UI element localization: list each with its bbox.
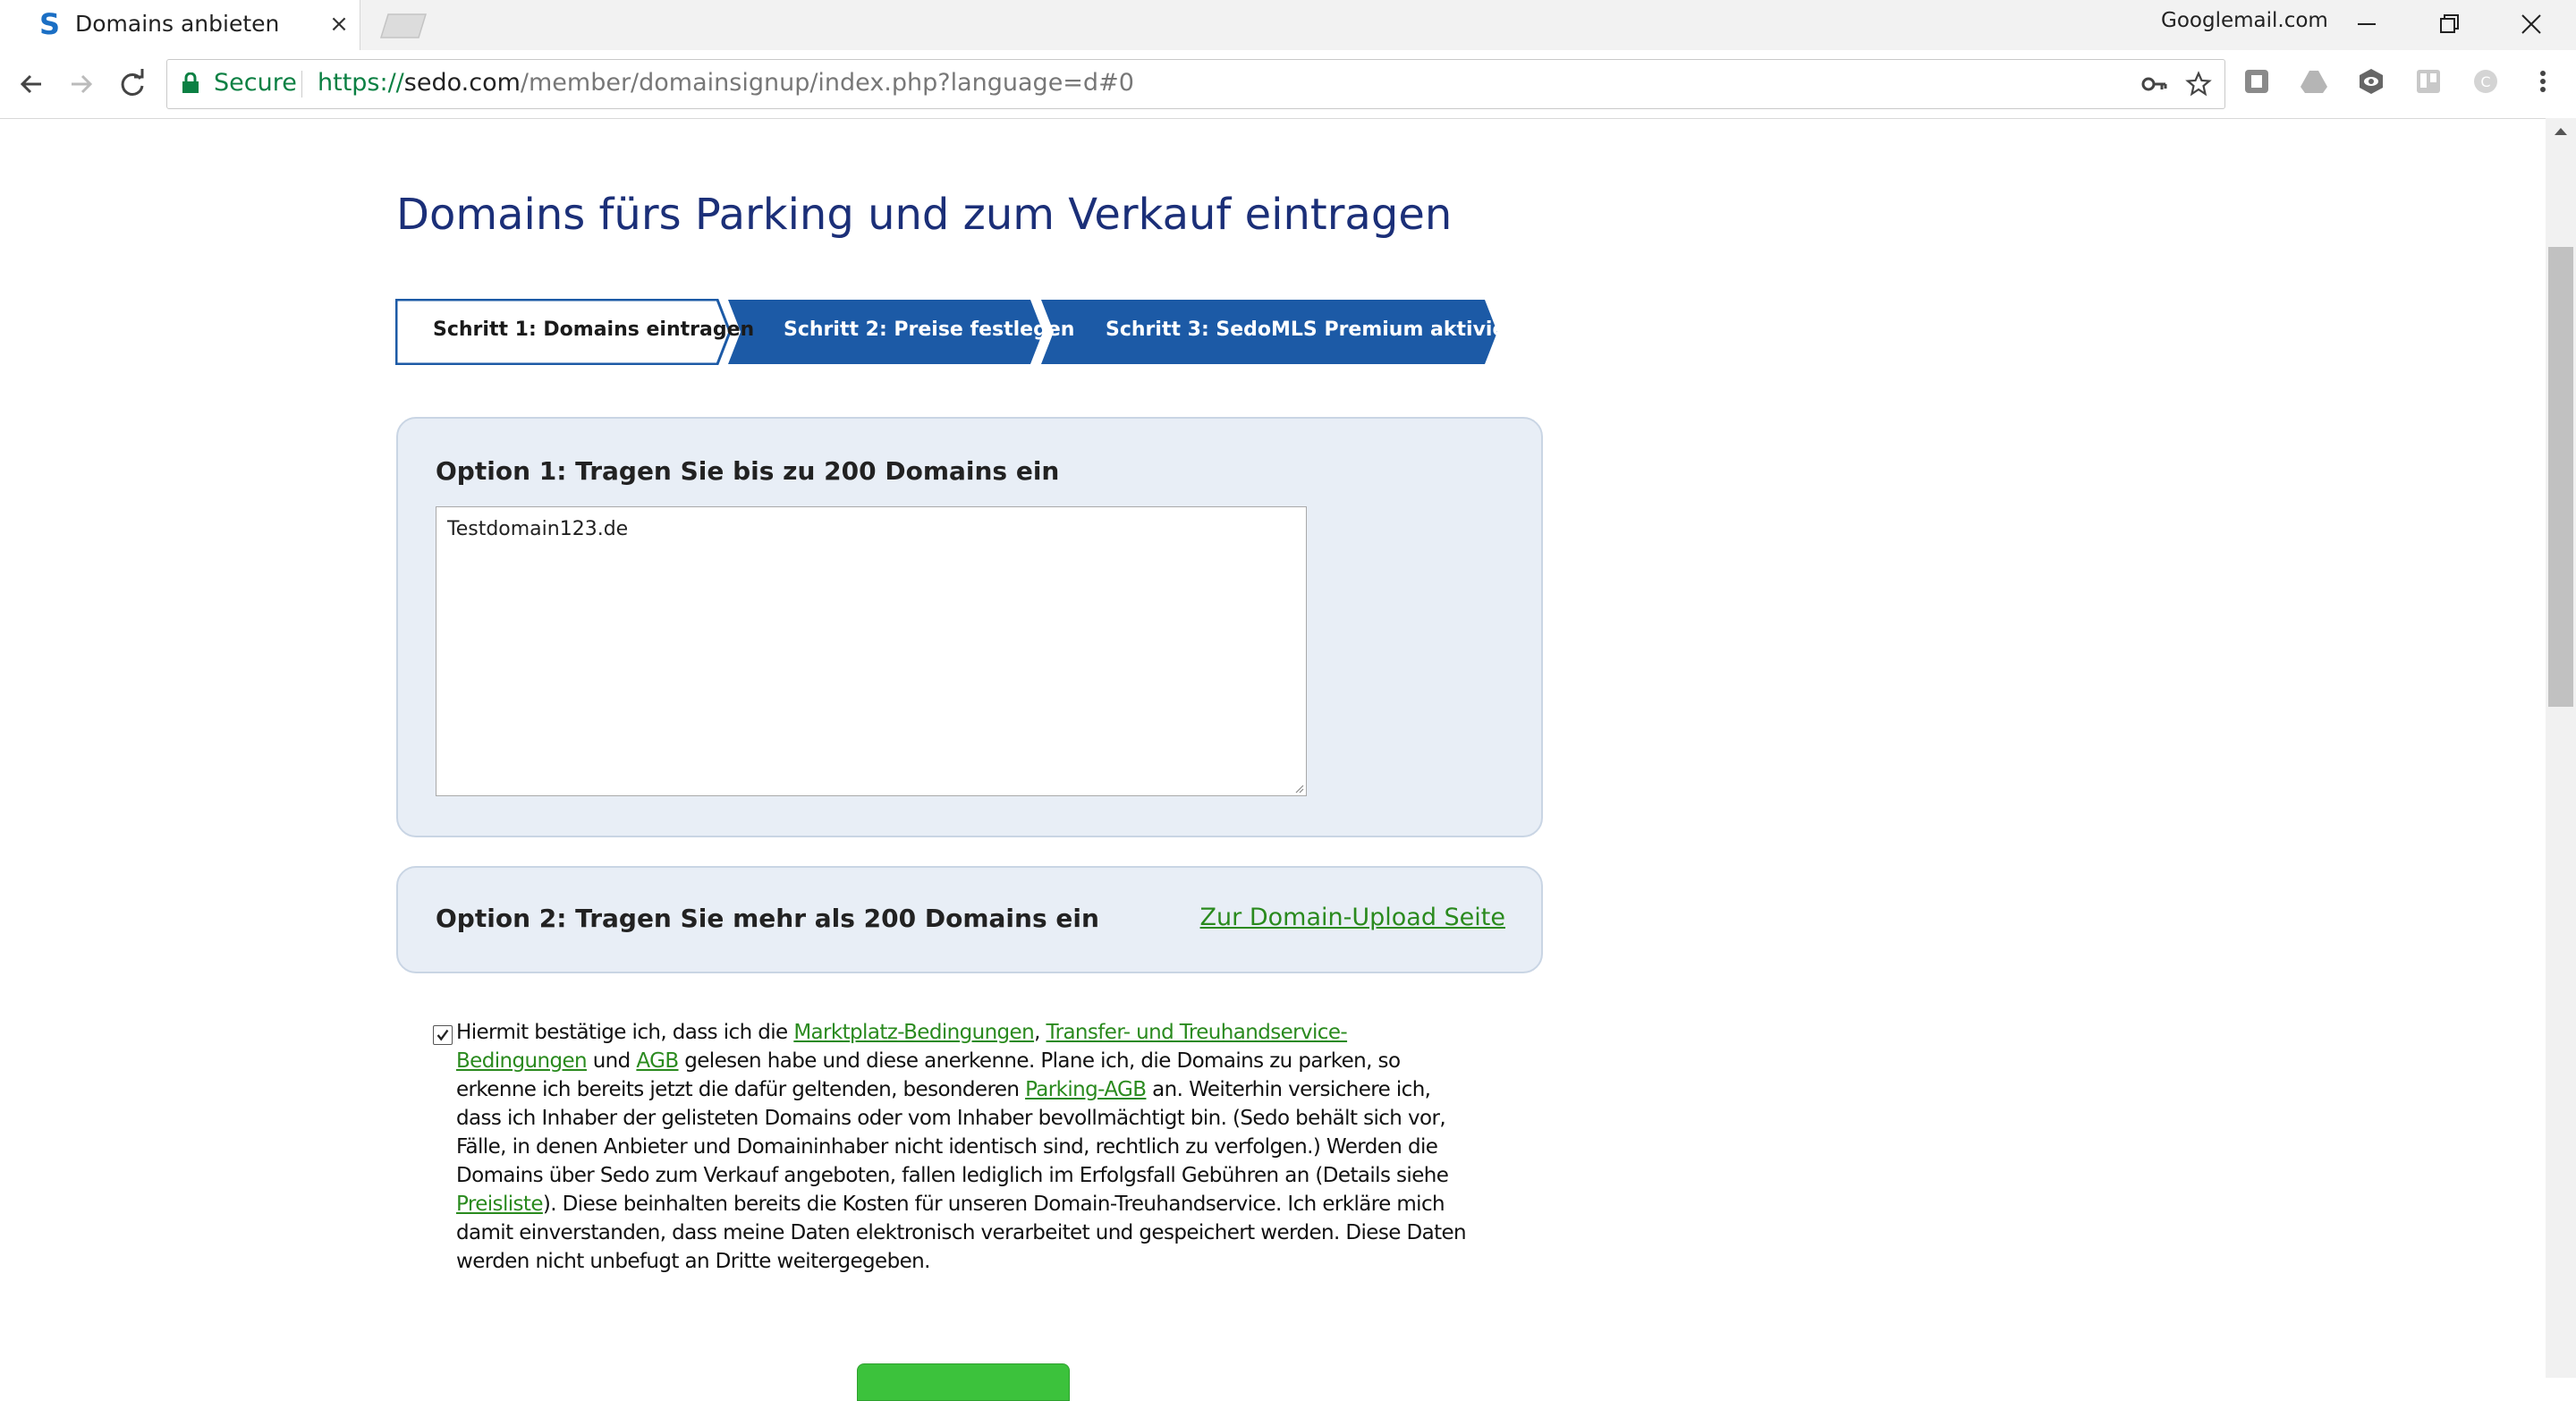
consent-text-part: und [586, 1049, 637, 1073]
url-path: /member/domainsignup/index.php?language=… [520, 69, 1134, 97]
step-2-label: Schritt 2: Preise festlegen [784, 318, 1075, 341]
restore-icon[interactable] [2422, 5, 2476, 43]
omnibox-divider [301, 71, 302, 98]
lock-icon [182, 72, 199, 93]
scroll-up-arrow-icon[interactable] [2551, 122, 2571, 141]
sedo-favicon-icon: S [39, 7, 61, 41]
signup-steps: Schritt 1: Domains eintragen Schritt 2: … [395, 299, 1543, 365]
svg-text:C: C [2480, 73, 2490, 90]
extension-trello-icon[interactable] [2413, 66, 2444, 97]
url-host: sedo.com [403, 69, 521, 97]
option-1-title: Option 1: Tragen Sie bis zu 200 Domains … [436, 456, 1060, 486]
reload-icon[interactable] [114, 66, 150, 102]
domains-textarea-value: Testdomain123.de [447, 518, 629, 540]
scrollbar-thumb[interactable] [2548, 247, 2573, 707]
step-1-label: Schritt 1: Domains eintragen [433, 318, 755, 341]
extension-c-icon[interactable]: C [2470, 66, 2501, 97]
secure-label: Secure [214, 69, 297, 97]
resize-grip-icon[interactable] [1293, 783, 1304, 794]
extension-drive-icon[interactable] [2299, 66, 2329, 97]
key-icon[interactable] [2140, 71, 2167, 98]
domains-textarea[interactable]: Testdomain123.de [436, 506, 1307, 796]
consent-text: Hiermit bestätige ich, dass ich die Mark… [456, 1018, 1476, 1276]
url-text[interactable]: https://sedo.com/member/domainsignup/ind… [318, 69, 1134, 97]
address-bar[interactable]: Secure https://sedo.com/member/domainsig… [166, 59, 2225, 109]
new-tab-button[interactable] [374, 13, 431, 39]
forward-arrow-icon[interactable] [63, 66, 98, 102]
back-arrow-icon[interactable] [14, 66, 50, 102]
terms-checkbox[interactable] [433, 1025, 453, 1045]
option-2-title: Option 2: Tragen Sie mehr als 200 Domain… [436, 904, 1099, 933]
option-2-panel: Option 2: Tragen Sie mehr als 200 Domain… [396, 866, 1543, 973]
option-1-panel: Option 1: Tragen Sie bis zu 200 Domains … [396, 417, 1543, 837]
marketplace-terms-link[interactable]: Marktplatz-Bedingungen [793, 1021, 1034, 1044]
extension-eye-icon[interactable] [2356, 66, 2386, 97]
minimize-icon[interactable] [2340, 5, 2394, 43]
tab-close-icon[interactable]: × [326, 11, 352, 38]
continue-button[interactable] [857, 1363, 1070, 1401]
url-protocol: https:// [318, 69, 404, 97]
step-3-label: Schritt 3: SedoMLS Premium aktivieren [1106, 318, 1543, 341]
extension-evernote-icon[interactable] [2241, 66, 2272, 97]
tab-title: Domains anbieten [75, 11, 280, 37]
domain-upload-link[interactable]: Zur Domain-Upload Seite [1200, 904, 1505, 931]
browser-tab[interactable]: S Domains anbieten × [0, 0, 360, 50]
profile-email[interactable]: Googlemail.com [2161, 9, 2328, 32]
consent-text-part: , [1034, 1021, 1046, 1044]
consent-text-part: ). Diese beinhalten bereits die Kosten f… [456, 1193, 1467, 1273]
consent-text-part: Hiermit bestätige ich, dass ich die [456, 1021, 794, 1044]
price-list-link[interactable]: Preisliste [456, 1193, 543, 1216]
agb-link[interactable]: AGB [636, 1049, 679, 1073]
tab-strip: S Domains anbieten × Googlemail.com [0, 0, 2576, 50]
window-close-icon[interactable] [2504, 5, 2558, 43]
parking-agb-link[interactable]: Parking-AGB [1025, 1078, 1147, 1101]
bookmark-star-icon[interactable] [2185, 71, 2212, 98]
chrome-menu-icon[interactable] [2529, 66, 2556, 97]
page-title: Domains fürs Parking und zum Verkauf ein… [396, 190, 1453, 240]
